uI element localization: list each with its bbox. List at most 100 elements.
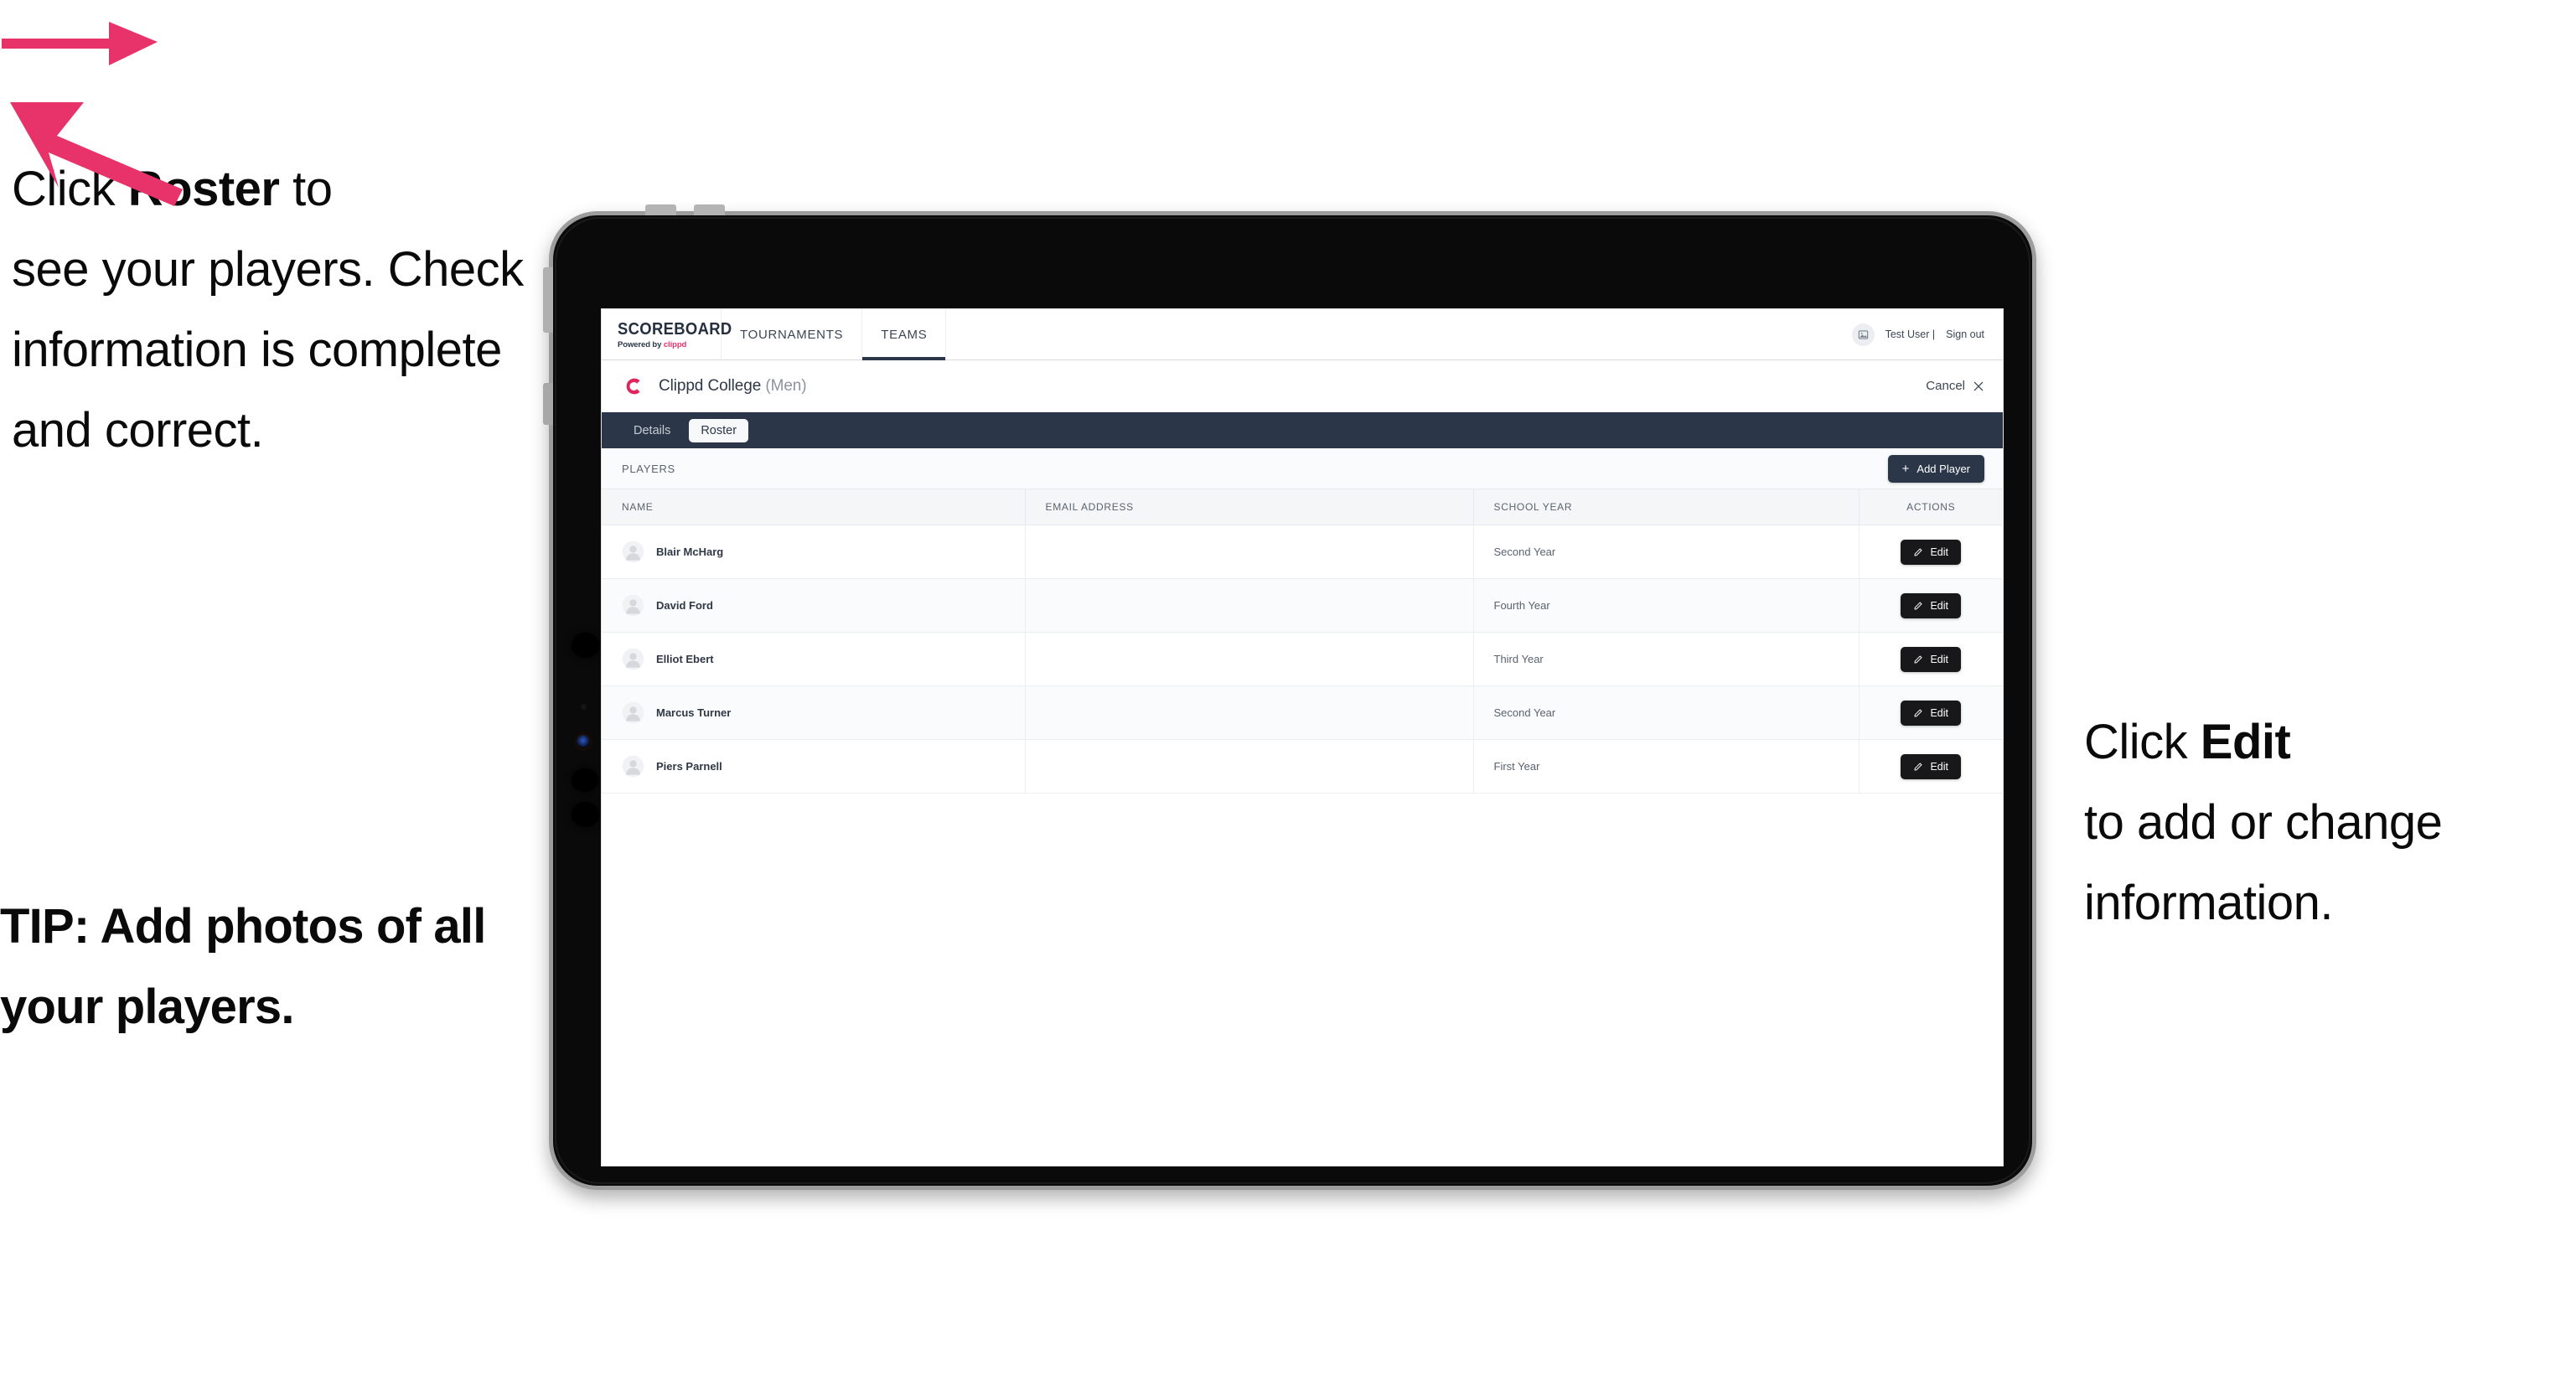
player-avatar-icon: [622, 648, 644, 670]
pencil-icon: [1914, 709, 1922, 716]
arrow-right-icon: [10, 102, 183, 206]
cell-actions: Edit: [1859, 578, 2003, 633]
plus-icon: +: [1901, 461, 1910, 476]
camera-lens-secondary-icon: [572, 768, 598, 792]
annotation-left-post: to: [279, 162, 333, 216]
cell-actions: Edit: [1859, 739, 2003, 794]
pencil-icon: [1914, 655, 1922, 663]
cell-school-year: Second Year: [1473, 685, 1860, 740]
avatar[interactable]: [1851, 323, 1875, 346]
table-row[interactable]: Piers Parnell First Year Edit: [602, 739, 2003, 794]
close-icon: [1973, 381, 1984, 390]
tab-details-label: Details: [634, 423, 671, 437]
volume-up-button[interactable]: [645, 204, 676, 215]
edit-button-label: Edit: [1930, 760, 1949, 773]
team-name-main: Clippd College: [659, 376, 762, 395]
player-avatar-icon: [622, 755, 644, 778]
add-player-label: Add Player: [1916, 462, 1970, 475]
cell-name: David Ford: [602, 578, 1026, 633]
camera-lens-icon: [572, 633, 599, 658]
table-row[interactable]: David Ford Fourth Year Edit: [602, 578, 2003, 633]
player-school-year: First Year: [1493, 760, 1540, 773]
cell-email: [1025, 578, 1474, 633]
section-tab-strip: Details Roster: [602, 412, 2003, 448]
player-name: David Ford: [656, 599, 713, 612]
edit-button[interactable]: Edit: [1901, 646, 1962, 672]
pencil-icon: [1914, 602, 1922, 609]
top-navigation-bar: SCOREBOARD Powered by clippd TOURNAMENTS…: [602, 309, 2003, 360]
edit-button[interactable]: Edit: [1901, 592, 1962, 618]
player-school-year: Second Year: [1493, 706, 1556, 719]
cell-actions: Edit: [1859, 632, 2003, 686]
player-school-year: Second Year: [1493, 546, 1556, 558]
arrow-left: [0, 0, 176, 84]
player-avatar-icon: [622, 594, 644, 617]
edit-button[interactable]: Edit: [1901, 700, 1962, 726]
cell-school-year: Fourth Year: [1473, 578, 1860, 633]
players-toolbar: PLAYERS + Add Player: [602, 448, 2003, 489]
player-name: Elliot Ebert: [656, 653, 714, 665]
tab-roster[interactable]: Roster: [689, 418, 749, 442]
sign-out-link[interactable]: Sign out: [1946, 328, 1984, 340]
annotation-right-pre: Click: [2084, 715, 2201, 769]
roster-table: NAME EMAIL ADDRESS SCHOOL YEAR ACTIONS B…: [602, 489, 2003, 794]
add-player-button[interactable]: + Add Player: [1887, 454, 1984, 483]
volume-down-button[interactable]: [694, 204, 725, 215]
clippd-c-logo-icon: [626, 378, 640, 394]
cell-school-year: Second Year: [1473, 525, 1860, 579]
cell-email: [1025, 525, 1474, 579]
table-header-row: NAME EMAIL ADDRESS SCHOOL YEAR ACTIONS: [602, 489, 2003, 525]
table-row[interactable]: Marcus Turner Second Year Edit: [602, 685, 2003, 740]
annotation-right-rest: to add or change information.: [2084, 795, 2443, 930]
nav-tab-teams[interactable]: TEAMS: [862, 309, 947, 360]
player-name: Piers Parnell: [656, 760, 722, 773]
nav-tab-tournaments-label: TOURNAMENTS: [740, 327, 844, 342]
cell-name: Blair McHarg: [602, 525, 1026, 579]
cell-email: [1025, 632, 1474, 686]
cell-name: Piers Parnell: [602, 739, 1026, 794]
brand-tagline-clippd: clippd: [663, 339, 687, 349]
tutorial-slide: Click Roster to see your players. Check …: [0, 0, 2576, 1386]
image-placeholder-icon: [1858, 329, 1868, 339]
app-screen: SCOREBOARD Powered by clippd TOURNAMENTS…: [602, 309, 2003, 1166]
edit-button-label: Edit: [1930, 706, 1949, 719]
annotation-right-bold: Edit: [2200, 715, 2291, 769]
edit-button[interactable]: Edit: [1901, 753, 1962, 779]
cancel-label: Cancel: [1926, 379, 1965, 393]
tab-details[interactable]: Details: [622, 419, 682, 442]
brand-tagline-prefix: Powered by: [618, 339, 664, 349]
team-header: Clippd College (Men) Cancel: [602, 360, 2003, 412]
column-header-email: EMAIL ADDRESS: [1025, 489, 1474, 525]
cell-name: Elliot Ebert: [602, 632, 1026, 686]
player-name: Marcus Turner: [656, 706, 732, 719]
annotation-right: Click Edit to add or change information.: [2084, 702, 2570, 944]
camera-lens-tertiary-icon: [572, 802, 599, 827]
brand-tagline: Powered by clippd: [618, 340, 721, 349]
edit-button[interactable]: Edit: [1901, 539, 1962, 565]
cancel-button[interactable]: Cancel: [1926, 379, 1984, 393]
edit-button-label: Edit: [1930, 599, 1949, 612]
user-area: Test User | Sign out: [1851, 309, 2003, 359]
column-header-name: NAME: [602, 489, 1026, 525]
brand-logo[interactable]: SCOREBOARD Powered by clippd: [602, 309, 732, 359]
power-button[interactable]: [543, 267, 553, 333]
arrow-left-icon: [2, 22, 158, 65]
players-section-label: PLAYERS: [622, 462, 675, 475]
tablet-device-frame: SCOREBOARD Powered by clippd TOURNAMENTS…: [543, 204, 2036, 1190]
table-row[interactable]: Blair McHarg Second Year Edit: [602, 525, 2003, 579]
brand-name: SCOREBOARD: [618, 319, 732, 339]
column-header-school-year: SCHOOL YEAR: [1473, 489, 1860, 525]
cell-actions: Edit: [1859, 685, 2003, 740]
player-avatar-icon: [622, 701, 644, 724]
team-name-gender: (Men): [765, 376, 807, 395]
nav-tab-tournaments[interactable]: TOURNAMENTS: [722, 309, 863, 359]
player-name: Blair McHarg: [656, 546, 724, 558]
edit-button-label: Edit: [1930, 546, 1949, 558]
pencil-icon: [1914, 763, 1922, 770]
nav-tab-teams-label: TEAMS: [881, 327, 928, 342]
roster-table-body: Blair McHarg Second Year Edit David Ford…: [602, 525, 2003, 794]
microphone-icon: [581, 704, 587, 710]
player-school-year: Fourth Year: [1493, 599, 1550, 612]
table-row[interactable]: Elliot Ebert Third Year Edit: [602, 632, 2003, 686]
